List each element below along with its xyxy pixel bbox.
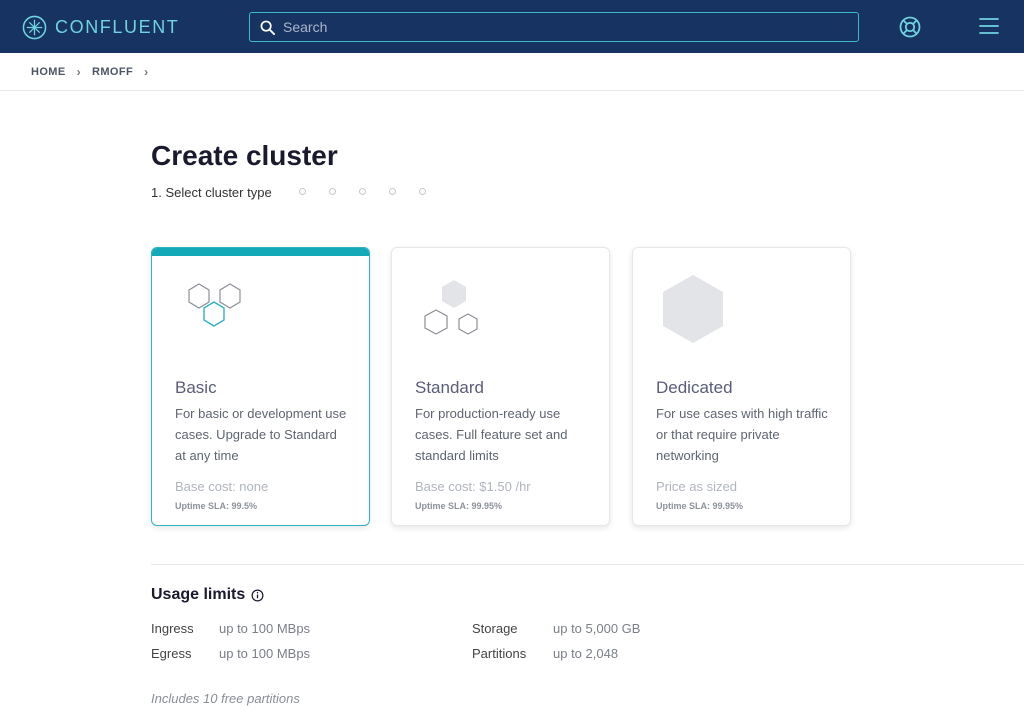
- card-description: For basic or development use cases. Upgr…: [175, 406, 347, 463]
- card-title: Basic: [175, 378, 217, 397]
- step-dot: [299, 188, 306, 195]
- confluent-logo-icon: [22, 15, 47, 39]
- card-description: For production-ready use cases. Full fea…: [415, 406, 568, 463]
- dedicated-hexagon-icon: [663, 275, 723, 343]
- selected-indicator: [152, 248, 369, 256]
- card-cost: Base cost: $1.50 /hr: [415, 479, 531, 494]
- step-dot: [329, 188, 336, 195]
- cluster-card-dedicated[interactable]: Dedicated For use cases with high traffi…: [632, 247, 851, 526]
- limit-value: up to 100 MBps: [219, 646, 311, 661]
- search-box[interactable]: [249, 12, 859, 42]
- cluster-card-basic[interactable]: Basic For basic or development use cases…: [151, 247, 370, 526]
- step-dot: [389, 188, 396, 195]
- limit-value: up to 5,000 GB: [553, 621, 641, 636]
- limit-label: Egress: [151, 646, 192, 661]
- limit-storage: Storage: [472, 621, 518, 636]
- confluent-logo[interactable]: CONFLUENT: [22, 14, 179, 40]
- step-dot: [419, 188, 426, 195]
- standard-hexagons-icon: [424, 280, 478, 335]
- card-cost: Price as sized: [656, 479, 737, 494]
- breadcrumb: HOME › RMOFF ›: [31, 65, 160, 79]
- card-title: Dedicated: [656, 378, 733, 397]
- chevron-right-icon: ›: [144, 65, 149, 79]
- breadcrumb-home[interactable]: HOME: [31, 66, 66, 78]
- limit-egress-value: up to 100 MBps: [219, 646, 310, 661]
- card-cost: Base cost: none: [175, 479, 269, 494]
- limit-egress: Egress: [151, 646, 191, 661]
- cluster-card-standard[interactable]: Standard For production-ready use cases.…: [391, 247, 610, 526]
- limit-label: Ingress: [151, 621, 194, 636]
- usage-limits-title: Usage limits: [151, 586, 246, 603]
- hamburger-menu-icon[interactable]: [979, 16, 999, 36]
- step-dot: [359, 188, 366, 195]
- card-sla: Uptime SLA: 99.95%: [415, 501, 503, 511]
- breadcrumb-rmoff[interactable]: RMOFF: [92, 66, 133, 78]
- search-icon: [260, 20, 275, 35]
- page-title: Create cluster: [151, 140, 338, 171]
- step-progress: [299, 188, 449, 195]
- free-partitions-note: Includes 10 free partitions: [151, 691, 300, 706]
- basic-hexagons-icon: [188, 283, 241, 327]
- limit-value: up to 100 MBps: [219, 621, 311, 636]
- limit-storage-value: up to 5,000 GB: [553, 621, 640, 636]
- breadcrumb-divider: [0, 90, 1024, 91]
- chevron-right-icon: ›: [76, 65, 82, 79]
- section-divider: [151, 564, 1024, 565]
- limit-value: up to 2,048: [553, 646, 619, 661]
- card-sla: Uptime SLA: 99.5%: [175, 501, 258, 511]
- help-lifebuoy-icon[interactable]: [898, 15, 922, 39]
- card-description: For use cases with high traffic or that …: [656, 406, 828, 463]
- step-label: 1. Select cluster type: [151, 185, 272, 200]
- limit-ingress: Ingress: [151, 621, 194, 636]
- top-nav-bar: CONFLUENT: [0, 0, 1024, 53]
- brand-name: CONFLUENT: [55, 17, 180, 37]
- search-input[interactable]: [283, 19, 843, 35]
- limit-partitions-value: up to 2,048: [553, 646, 618, 661]
- limit-label: Partitions: [472, 646, 527, 661]
- limit-label: Storage: [472, 621, 518, 636]
- limit-ingress-value: up to 100 MBps: [219, 621, 310, 636]
- card-sla: Uptime SLA: 99.95%: [656, 501, 744, 511]
- usage-limits-heading: Usage limits: [151, 586, 264, 604]
- info-icon[interactable]: [251, 589, 264, 602]
- limit-partitions: Partitions: [472, 646, 526, 661]
- card-title: Standard: [415, 378, 484, 397]
